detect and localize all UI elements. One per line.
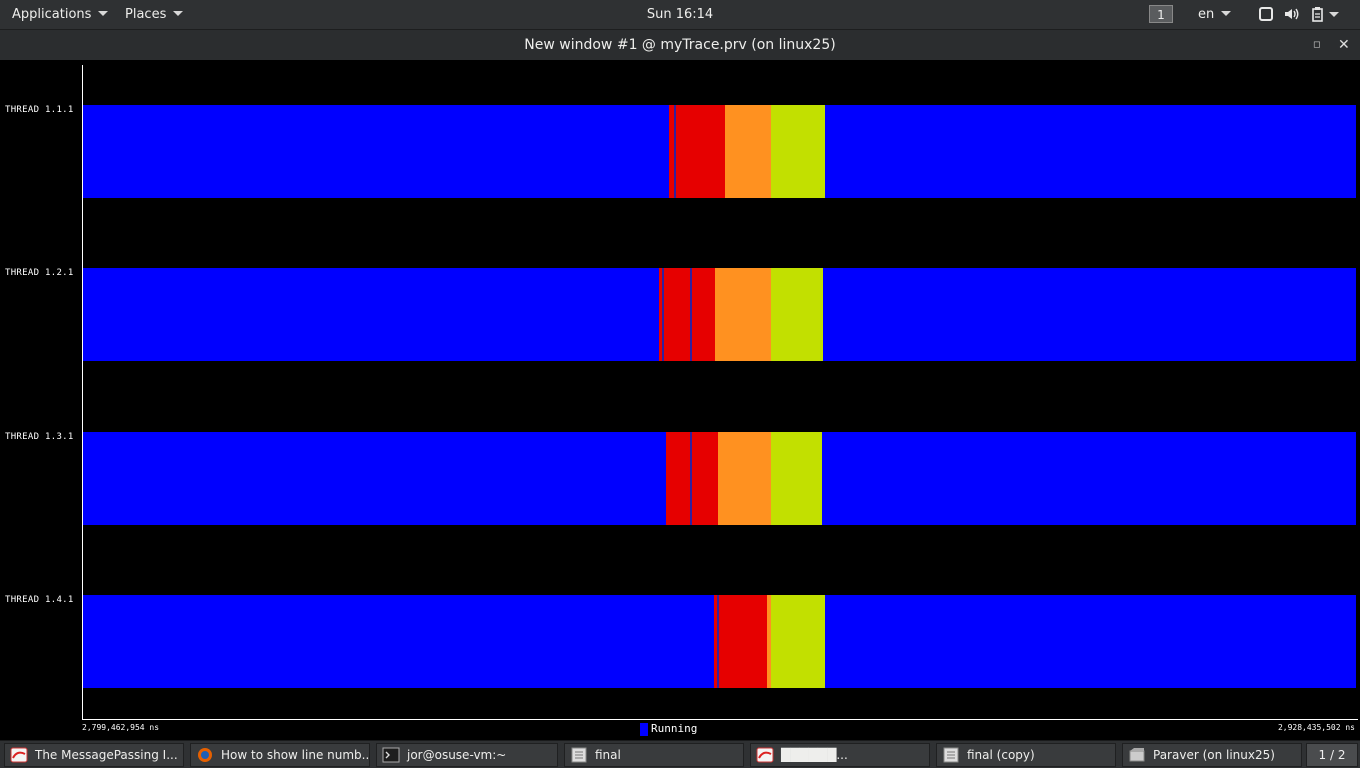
window-title: New window #1 @ myTrace.prv (on linux25) — [524, 37, 836, 53]
trace-timeline[interactable]: THREAD 1.1.1 THREAD 1.2.1 THREAD 1.3.1 T… — [0, 60, 1360, 740]
terminal-icon — [382, 747, 400, 763]
task-button[interactable]: Paraver (on linux25) — [1122, 743, 1302, 767]
paraver-icon — [10, 747, 28, 763]
thread-4-yellow-segment[interactable] — [771, 595, 825, 688]
task-label: final — [595, 748, 621, 762]
thread-3-orange-segment[interactable] — [718, 432, 771, 525]
clipboard-icon[interactable] — [1310, 6, 1326, 22]
applications-menu-label: Applications — [12, 7, 92, 22]
thread-label: THREAD 1.3.1 — [5, 432, 74, 442]
thread-3-red-segment[interactable] — [666, 432, 718, 525]
volume-icon[interactable] — [1283, 6, 1299, 22]
close-window-icon[interactable]: ✕ — [1338, 30, 1350, 60]
task-label: jor@osuse-vm:~ — [407, 748, 507, 762]
thread-2-orange-segment[interactable] — [715, 268, 771, 361]
thread-label: THREAD 1.4.1 — [5, 595, 74, 605]
task-label: The MessagePassing I... — [35, 748, 178, 762]
legend-swatch-running — [640, 723, 648, 736]
chevron-down-icon — [1221, 11, 1232, 16]
task-label: ██████... — [781, 748, 848, 762]
task-button[interactable]: ██████... — [750, 743, 930, 767]
task-button[interactable]: jor@osuse-vm:~ — [376, 743, 558, 767]
firefox-icon — [198, 748, 212, 762]
clock[interactable]: Sun 16:14 — [647, 7, 713, 22]
file-icon — [571, 747, 587, 763]
window-icon — [1129, 748, 1145, 762]
thread-4-event-line — [717, 595, 719, 688]
window-titlebar[interactable]: New window #1 @ myTrace.prv (on linux25)… — [0, 30, 1360, 60]
task-button[interactable]: final — [564, 743, 744, 767]
thread-label: THREAD 1.2.1 — [5, 268, 74, 278]
paraver-icon — [756, 747, 774, 763]
applications-menu[interactable]: Applications — [12, 0, 109, 29]
language-label: en — [1198, 7, 1215, 22]
thread-2-event-line — [690, 268, 692, 361]
language-menu[interactable]: en — [1198, 0, 1232, 29]
restore-window-icon[interactable]: ◻ — [1313, 30, 1320, 60]
thread-1-yellow-segment[interactable] — [771, 105, 825, 198]
workspace-pager[interactable]: 1 / 2 — [1306, 743, 1358, 767]
task-label: final (copy) — [967, 748, 1035, 762]
chevron-down-icon — [98, 11, 109, 16]
thread-1-event-line — [674, 105, 676, 198]
top-panel: Applications Places Sun 16:14 1 en — [0, 0, 1360, 30]
thread-2-event-line — [662, 268, 664, 361]
legend-label-running: Running — [651, 722, 698, 735]
file-icon — [943, 747, 959, 763]
thread-3-event-line — [690, 432, 692, 525]
thread-3-yellow-segment[interactable] — [771, 432, 822, 525]
task-button[interactable]: The MessagePassing I... — [4, 743, 184, 767]
thread-1-orange-segment[interactable] — [725, 105, 771, 198]
taskbar: The MessagePassing I... How to show line… — [0, 740, 1360, 768]
task-button[interactable]: How to show line numb... — [190, 743, 370, 767]
task-label: Paraver (on linux25) — [1153, 748, 1275, 762]
task-label: How to show line numb... — [221, 748, 370, 762]
places-menu-label: Places — [125, 7, 167, 22]
system-menu-chevron-icon[interactable] — [1329, 12, 1339, 17]
thread-2-red-segment[interactable] — [659, 268, 715, 361]
thread-1-red-segment[interactable] — [669, 105, 725, 198]
thread-label: THREAD 1.1.1 — [5, 105, 74, 115]
task-button[interactable]: final (copy) — [936, 743, 1116, 767]
places-menu[interactable]: Places — [125, 0, 184, 29]
start-time-label: 2,799,462,954 ns — [82, 723, 160, 732]
x-axis-line — [82, 719, 1358, 720]
workspace-indicator[interactable]: 1 — [1149, 5, 1173, 23]
thread-2-yellow-segment[interactable] — [771, 268, 823, 361]
chevron-down-icon — [173, 11, 184, 16]
screen-icon[interactable] — [1258, 6, 1274, 22]
end-time-label: 2,928,435,502 ns — [1277, 723, 1355, 732]
thread-4-red-segment[interactable] — [714, 595, 767, 688]
